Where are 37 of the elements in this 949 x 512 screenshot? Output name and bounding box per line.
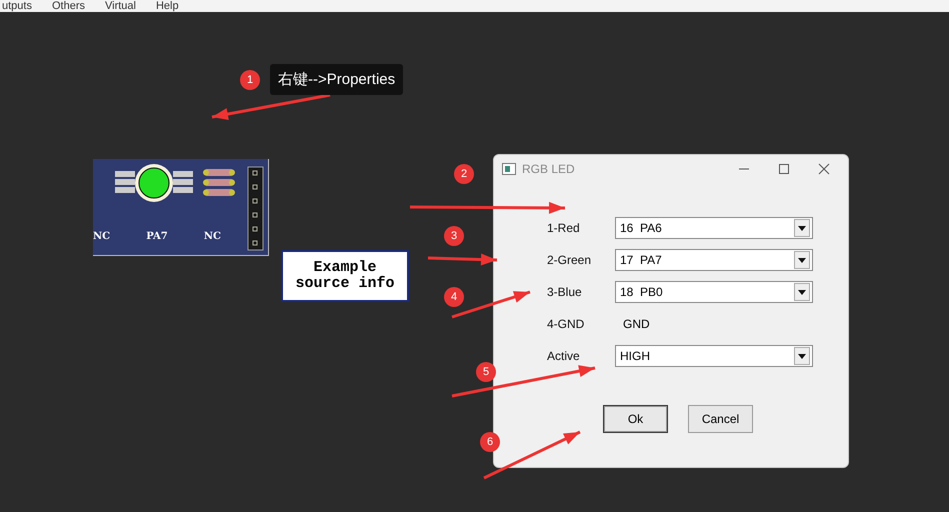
dropdown-arrow-icon	[798, 258, 806, 262]
dropdown-arrow-icon	[798, 290, 806, 294]
dropdown-arrow-icon	[798, 226, 806, 230]
callout-text: 右键-->Properties	[270, 64, 404, 95]
step-number-badge: 1	[240, 70, 260, 90]
field-label: 4-GND	[547, 317, 586, 331]
note-text: source info	[295, 276, 395, 292]
dropdown-field[interactable]: 16 PA6	[615, 217, 813, 239]
pin-label: PA7	[146, 231, 168, 242]
dropdown-field[interactable]: 17 PA7	[615, 249, 813, 271]
dropdown-field[interactable]: HIGH	[615, 345, 813, 367]
dialog-button[interactable]: Ok	[603, 405, 668, 433]
app-icon	[502, 163, 516, 175]
step-number-badge: 5	[476, 362, 496, 382]
pin-label: NC	[204, 231, 221, 242]
window-title: RGB LED	[522, 162, 575, 176]
field-label: 2-Green	[547, 253, 592, 267]
menu-item[interactable]: Virtual	[104, 0, 136, 12]
menu-item[interactable]: utputs	[2, 0, 32, 12]
maximize-icon[interactable]	[778, 163, 790, 175]
menu-item[interactable]: Others	[52, 0, 85, 12]
note-text: Example	[313, 260, 376, 276]
field-label: Active	[547, 349, 581, 363]
field-label: 3-Blue	[547, 285, 583, 299]
dialog-button[interactable]: Cancel	[688, 405, 753, 433]
step-number-badge: 4	[444, 287, 464, 307]
pin-label: NC	[93, 231, 110, 242]
step-number-badge: 2	[454, 164, 474, 184]
step-number-badge: 6	[480, 432, 500, 452]
field-value: GND	[622, 317, 650, 331]
field-label: 1-Red	[547, 221, 581, 235]
step-number-badge: 3	[444, 226, 464, 246]
dropdown-field[interactable]: 18 PB0	[615, 281, 813, 303]
arrow	[428, 254, 498, 266]
close-icon[interactable]	[818, 163, 830, 175]
menu-item[interactable]: Help	[156, 0, 179, 12]
dropdown-arrow-icon	[798, 354, 806, 358]
